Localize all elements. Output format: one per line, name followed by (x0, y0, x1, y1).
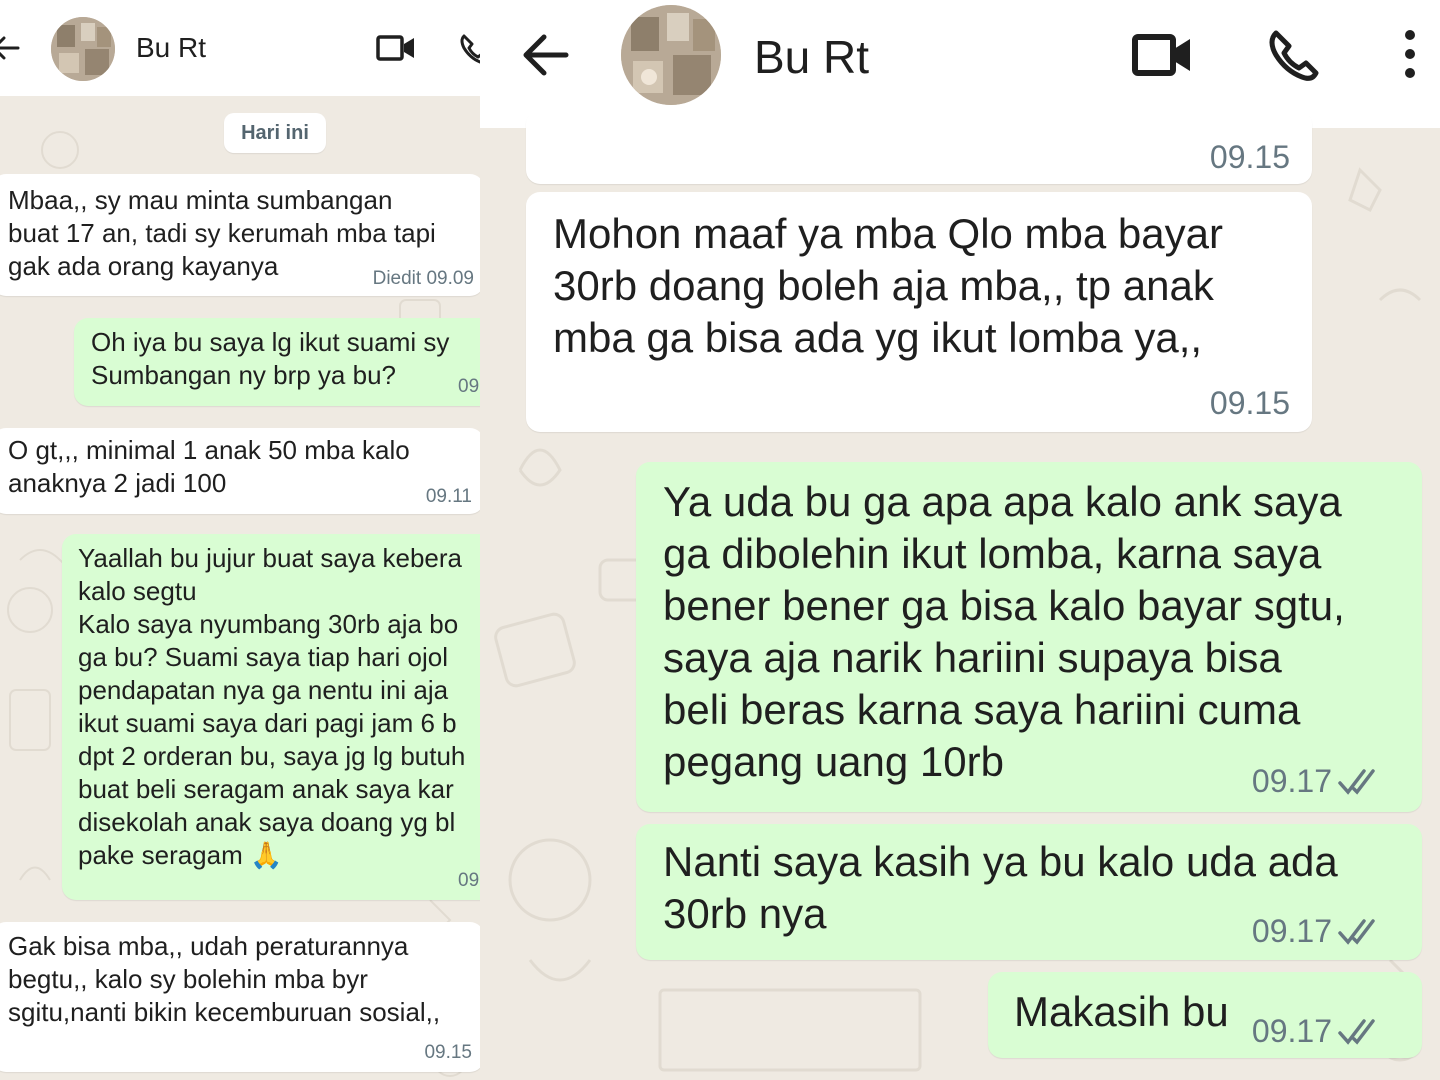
right-chat-screenshot: Bu Rt 09.15 Mohon maaf ya mba Qlo mba ba… (480, 0, 1440, 1080)
double-check-icon (1338, 1018, 1375, 1045)
incoming-message-bubble[interactable]: Mbaa,, sy mau minta sumbangan buat 17 an… (0, 174, 480, 296)
double-check-icon (1338, 768, 1375, 795)
double-check-icon (1338, 918, 1375, 945)
outgoing-message-bubble[interactable]: Makasih bu 09.17 (988, 972, 1422, 1058)
message-timestamp: 09 (458, 376, 480, 397)
video-call-icon[interactable] (1132, 30, 1192, 80)
voice-call-icon[interactable] (1266, 26, 1320, 82)
message-timestamp: 09.17 (1252, 913, 1382, 950)
outgoing-message-bubble[interactable]: Ya uda bu ga apa apa kalo ank saya ga di… (636, 462, 1422, 812)
message-text: O gt,,, minimal 1 anak 50 mba kalo anakn… (8, 435, 410, 498)
back-arrow-icon[interactable] (518, 30, 572, 80)
incoming-message-bubble[interactable]: Mohon maaf ya mba Qlo mba bayar 30rb doa… (526, 192, 1312, 432)
video-call-icon[interactable] (376, 30, 416, 66)
message-timestamp: 09.17 (1252, 1013, 1382, 1050)
message-text: Oh iya bu saya lg ikut suami sy Sumbanga… (91, 327, 450, 390)
contact-name[interactable]: Bu Rt (136, 32, 206, 64)
message-timestamp: 09.17 (1252, 763, 1382, 800)
outgoing-message-bubble[interactable]: Oh iya bu saya lg ikut suami sy Sumbanga… (74, 318, 480, 406)
message-timestamp: Diedit 09.09 (372, 268, 474, 289)
outgoing-message-bubble[interactable]: Yaallah bu jujur buat saya kebera kalo s… (62, 534, 480, 900)
incoming-message-bubble[interactable]: Gak bisa mba,, udah peraturannya begtu,,… (0, 922, 480, 1072)
left-chat-screenshot: Bu Rt Hari ini Mbaa,, sy mau minta sumba… (0, 0, 480, 1080)
message-text: Ya uda bu ga apa apa kalo ank saya ga di… (663, 478, 1345, 785)
more-options-icon[interactable] (1396, 28, 1424, 80)
message-text: Makasih bu (1014, 988, 1229, 1035)
message-timestamp: 09 (458, 870, 480, 891)
incoming-message-bubble[interactable]: 09.15 (526, 110, 1312, 184)
message-text: Nanti saya kasih ya bu kalo uda ada 30rb… (663, 838, 1338, 937)
message-timestamp: 09.15 (1209, 385, 1290, 421)
message-timestamp: 09.11 (425, 486, 472, 507)
message-text: Yaallah bu jujur buat saya kebera kalo s… (78, 543, 466, 870)
message-text: Mohon maaf ya mba Qlo mba bayar 30rb doa… (553, 210, 1223, 361)
voice-call-icon[interactable] (458, 30, 480, 66)
chat-header: Bu Rt (0, 0, 480, 96)
chat-header: Bu Rt (480, 0, 1440, 128)
incoming-message-bubble[interactable]: O gt,,, minimal 1 anak 50 mba kalo anakn… (0, 428, 480, 514)
contact-name[interactable]: Bu Rt (754, 30, 869, 84)
message-timestamp: 09.15 (424, 1042, 472, 1063)
avatar[interactable] (51, 17, 115, 81)
message-timestamp: 09.15 (1209, 139, 1290, 175)
message-text: Gak bisa mba,, udah peraturannya begtu,,… (8, 931, 441, 1027)
back-arrow-icon[interactable] (0, 30, 22, 66)
avatar[interactable] (621, 5, 721, 105)
date-chip: Hari ini (224, 113, 326, 153)
outgoing-message-bubble[interactable]: Nanti saya kasih ya bu kalo uda ada 30rb… (636, 824, 1422, 960)
